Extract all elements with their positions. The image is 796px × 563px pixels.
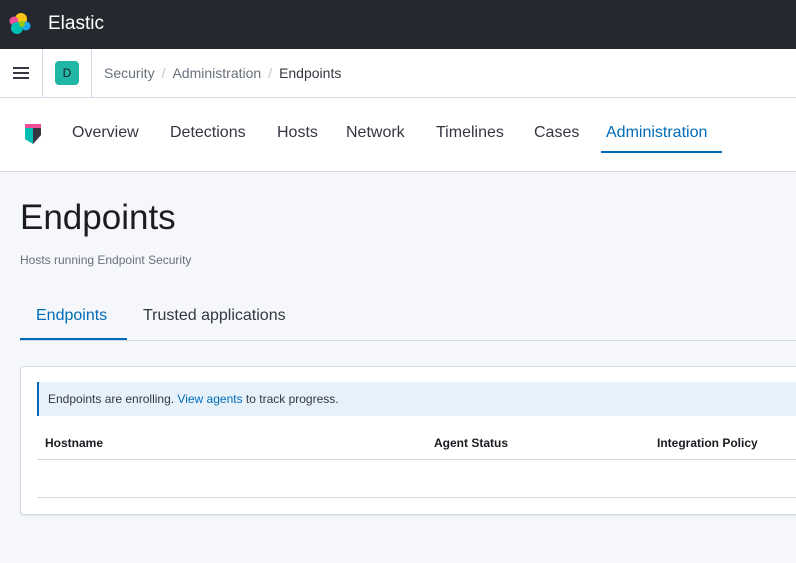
- nav-tab-detections[interactable]: Detections: [170, 124, 246, 142]
- brand-name[interactable]: Elastic: [48, 13, 104, 35]
- space-selector[interactable]: D: [43, 49, 92, 97]
- breadcrumb: Security / Administration / Endpoints: [104, 65, 341, 81]
- breadcrumb-bar: D Security / Administration / Endpoints: [0, 49, 796, 98]
- nav-tab-timelines[interactable]: Timelines: [436, 124, 504, 142]
- callout-text-suffix: to track progress.: [242, 392, 339, 406]
- nav-tab-overview[interactable]: Overview: [72, 124, 139, 142]
- table-header-divider: [37, 459, 796, 460]
- nav-tab-cases[interactable]: Cases: [534, 124, 579, 142]
- enrolling-callout: Endpoints are enrolling. View agents to …: [37, 382, 796, 416]
- top-header: Elastic: [0, 0, 796, 49]
- table-row: [37, 497, 796, 498]
- tab-active-indicator: [20, 338, 127, 340]
- column-header-hostname[interactable]: Hostname: [45, 436, 103, 450]
- view-agents-link[interactable]: View agents: [177, 392, 242, 406]
- breadcrumb-endpoints: Endpoints: [279, 65, 342, 81]
- hamburger-menu-icon: [13, 67, 29, 79]
- tab-trusted-applications[interactable]: Trusted applications: [143, 307, 286, 325]
- security-app-logo-icon: [25, 124, 41, 144]
- page-title: Endpoints: [20, 198, 176, 237]
- breadcrumb-administration[interactable]: Administration: [172, 65, 261, 81]
- column-header-integration-policy[interactable]: Integration Policy: [657, 436, 758, 450]
- nav-tab-administration[interactable]: Administration: [606, 124, 707, 142]
- nav-active-indicator: [601, 151, 722, 153]
- page-tabs: Endpoints Trusted applications: [20, 295, 796, 341]
- elastic-logo-icon[interactable]: [8, 12, 32, 36]
- nav-tab-hosts[interactable]: Hosts: [277, 124, 318, 142]
- space-avatar: D: [55, 61, 79, 85]
- security-app-nav: Overview Detections Hosts Network Timeli…: [0, 98, 796, 172]
- page-subtitle: Hosts running Endpoint Security: [20, 253, 192, 267]
- breadcrumb-security[interactable]: Security: [104, 65, 155, 81]
- nav-tab-network[interactable]: Network: [346, 124, 405, 142]
- breadcrumb-separator: /: [268, 65, 273, 81]
- breadcrumb-separator: /: [161, 65, 166, 81]
- endpoints-panel: Endpoints are enrolling. View agents to …: [20, 366, 796, 515]
- tab-endpoints[interactable]: Endpoints: [36, 307, 107, 325]
- menu-toggle-button[interactable]: [0, 49, 43, 97]
- callout-text: Endpoints are enrolling.: [48, 392, 178, 406]
- column-header-agent-status[interactable]: Agent Status: [434, 436, 508, 450]
